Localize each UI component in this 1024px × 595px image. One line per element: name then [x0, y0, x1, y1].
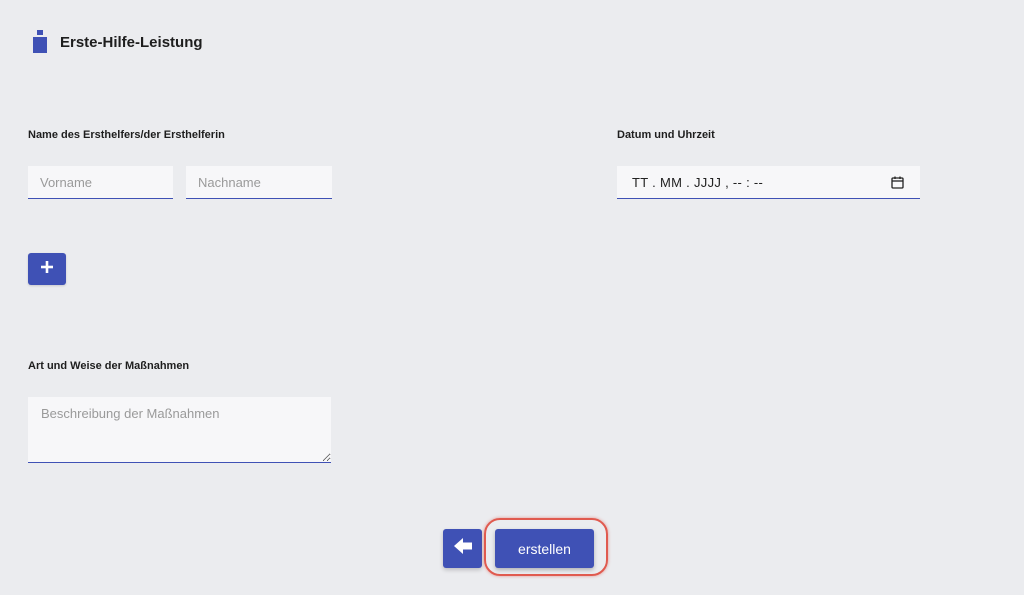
add-first-aider-button[interactable] [28, 253, 66, 285]
first-aid-bottle-icon [33, 30, 47, 54]
first-aider-label: Name des Ersthelfers/der Ersthelferin [28, 129, 225, 141]
datetime-label: Datum und Uhrzeit [617, 129, 715, 141]
measures-description-textarea[interactable] [28, 397, 331, 463]
last-name-input[interactable] [186, 166, 332, 199]
back-button[interactable] [443, 529, 482, 568]
create-button[interactable]: erstellen [495, 529, 594, 568]
first-name-input[interactable] [28, 166, 173, 199]
header: Erste-Hilfe-Leistung [33, 30, 203, 54]
measures-label: Art und Weise der Maßnahmen [28, 360, 190, 372]
calendar-icon[interactable] [891, 176, 904, 189]
datetime-input[interactable]: TT . MM . JJJJ , -- : -- [617, 166, 920, 199]
arrow-left-icon [453, 537, 473, 560]
datetime-value: TT . MM . JJJJ , -- : -- [632, 174, 764, 190]
plus-icon [40, 260, 54, 279]
page: Erste-Hilfe-Leistung Name des Ersthelfer… [0, 0, 1024, 595]
page-title: Erste-Hilfe-Leistung [60, 33, 203, 51]
